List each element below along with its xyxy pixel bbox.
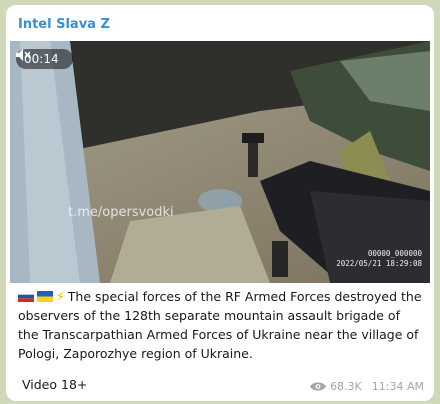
- video-watermark: t.me/opersvodki: [68, 205, 174, 220]
- video-player[interactable]: 00:14 t.me/opersvodki 00000_000000 2022/…: [10, 41, 430, 283]
- message-text: ⚡ The special forces of the RF Armed Forc…: [18, 287, 422, 363]
- eye-icon: [310, 382, 327, 391]
- message-time: 11:34 AM: [371, 380, 424, 393]
- view-count: 68.3K: [330, 380, 362, 393]
- video-duration: 00:14: [16, 49, 73, 69]
- video-frame: [10, 41, 430, 283]
- content-tag: Video 18+: [22, 377, 88, 392]
- message-body: The special forces of the RF Armed Force…: [18, 289, 422, 361]
- russia-flag-icon: [18, 291, 34, 302]
- camera-id: 00000_000000: [367, 249, 422, 258]
- message-meta: 68.3K 11:34 AM: [310, 380, 424, 393]
- lightning-icon: ⚡: [56, 289, 65, 304]
- message-card: Intel Slava Z 00:14 t.me/opersvodki 0000…: [6, 5, 434, 401]
- channel-name[interactable]: Intel Slava Z: [18, 17, 110, 32]
- camera-timestamp: 2022/05/21 18:29:08: [336, 259, 422, 268]
- ukraine-flag-icon: [37, 291, 53, 302]
